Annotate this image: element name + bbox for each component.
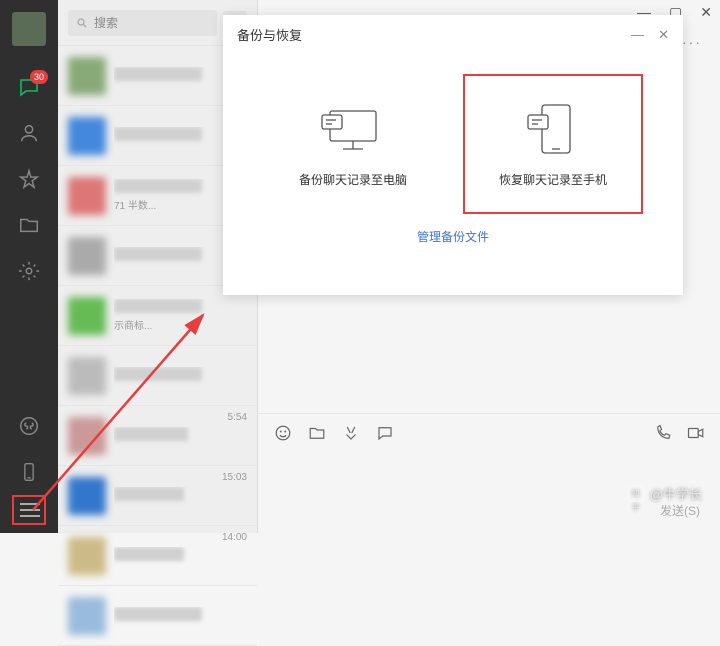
restore-label: 恢复聊天记录至手机	[499, 171, 607, 188]
watermark: 知乎 @牛学长	[628, 484, 702, 503]
chat-icon[interactable]: 30	[16, 74, 42, 100]
chat-item[interactable]: 5:54	[58, 406, 257, 466]
files-icon[interactable]	[16, 212, 42, 238]
backup-restore-dialog: 备份与恢复 — ✕ 备份聊天记录至电脑 恢复聊天记录至手机	[223, 15, 683, 295]
favorites-icon[interactable]	[16, 166, 42, 192]
left-sidebar: 30	[0, 0, 58, 533]
chat-badge: 30	[30, 70, 48, 84]
chat-item[interactable]	[58, 586, 257, 646]
send-button[interactable]: 发送(S)	[660, 502, 700, 519]
dialog-close-button[interactable]: ✕	[658, 27, 669, 43]
manage-backup-link[interactable]: 管理备份文件	[417, 230, 489, 244]
restore-to-phone-option[interactable]: 恢复聊天记录至手机	[463, 74, 643, 214]
avatar[interactable]	[12, 12, 46, 46]
chat-history-icon[interactable]	[376, 424, 394, 447]
video-call-icon[interactable]	[686, 424, 706, 447]
chat-item[interactable]: 示商标...	[58, 286, 257, 346]
close-button[interactable]: ✕	[700, 4, 712, 21]
message-composer: 发送(S)	[258, 413, 720, 533]
phone-icon[interactable]	[16, 459, 42, 485]
chat-item[interactable]: 15:03	[58, 466, 257, 526]
chat-item[interactable]: 14:00	[58, 526, 257, 586]
contacts-icon[interactable]	[16, 120, 42, 146]
emoji-icon[interactable]	[274, 424, 292, 447]
backup-to-pc-option[interactable]: 备份聊天记录至电脑	[263, 74, 443, 214]
watermark-logo: 知乎	[628, 486, 644, 502]
backup-label: 备份聊天记录至电脑	[299, 171, 407, 188]
dialog-minimize-button[interactable]: —	[631, 27, 644, 43]
screenshot-icon[interactable]	[342, 424, 360, 447]
search-placeholder: 搜索	[94, 14, 118, 31]
dialog-title: 备份与恢复	[237, 25, 302, 44]
settings-icon[interactable]	[16, 258, 42, 284]
file-icon[interactable]	[308, 424, 326, 447]
more-icon[interactable]: ···	[682, 34, 702, 50]
watermark-author: @牛学长	[650, 484, 702, 503]
search-input[interactable]: 搜索	[68, 10, 217, 36]
voice-call-icon[interactable]	[654, 424, 672, 447]
menu-icon[interactable]	[12, 495, 46, 525]
miniprogram-icon[interactable]	[16, 413, 42, 439]
chat-item[interactable]	[58, 346, 257, 406]
